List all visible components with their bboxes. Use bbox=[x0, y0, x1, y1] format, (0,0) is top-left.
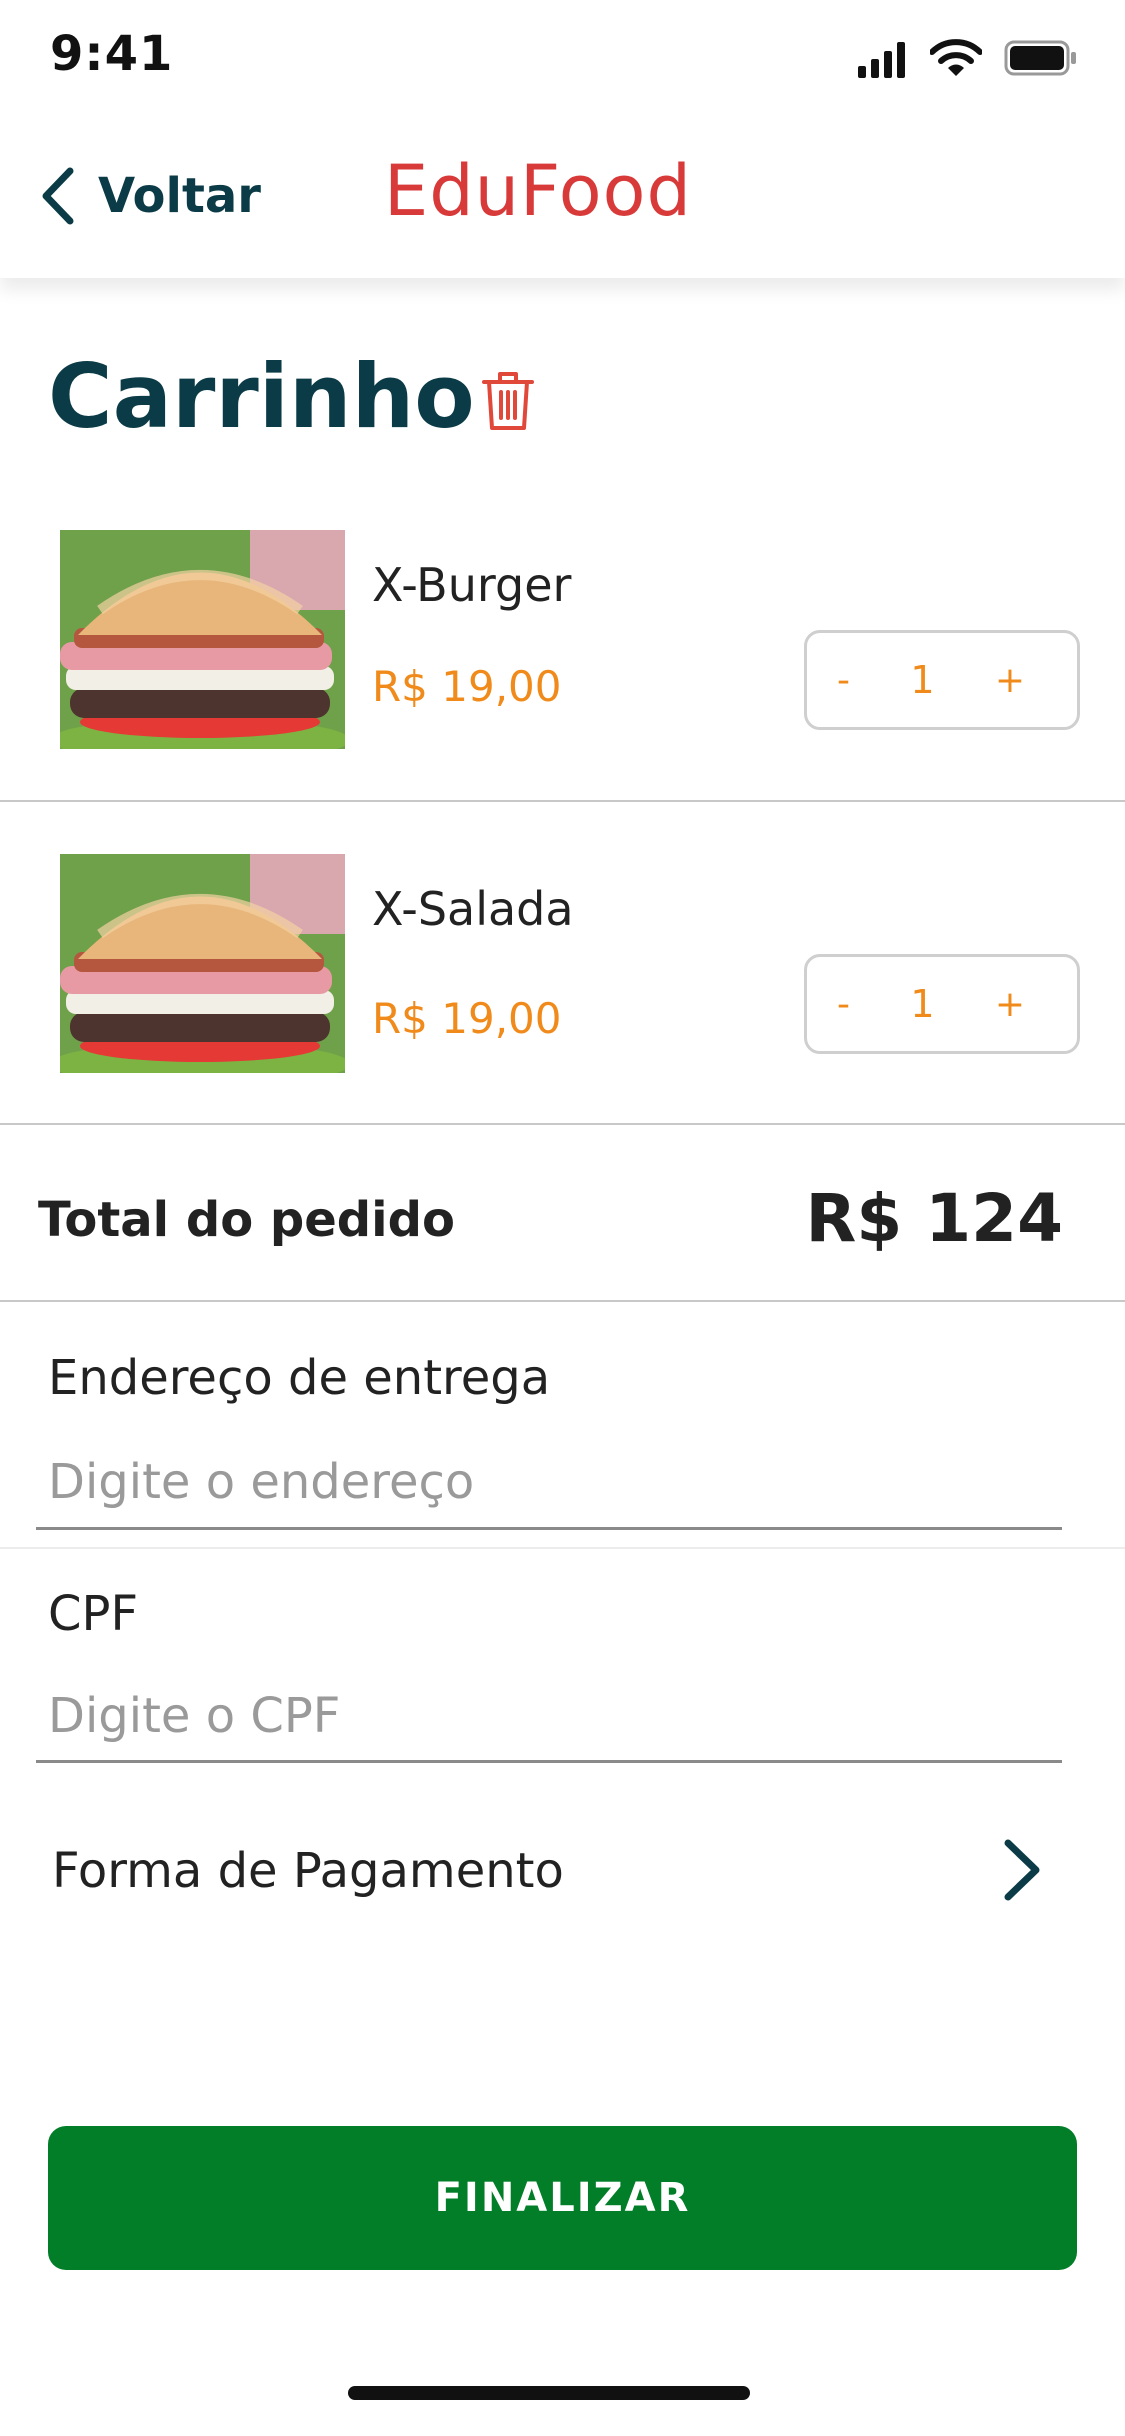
quantity-value: 1 bbox=[910, 982, 935, 1026]
cpf-underline bbox=[36, 1760, 1062, 1763]
quantity-stepper: - 1 + bbox=[804, 630, 1080, 730]
chevron-right-icon bbox=[1004, 1839, 1040, 1901]
divider bbox=[0, 800, 1125, 802]
divider bbox=[0, 1123, 1125, 1125]
cart-item: X-Salada R$ 19,00 - 1 + bbox=[0, 824, 1125, 1124]
signal-icon bbox=[858, 42, 905, 78]
burger-image bbox=[60, 854, 345, 1073]
cpf-input[interactable] bbox=[48, 1688, 1068, 1744]
page-title: Carrinho bbox=[48, 345, 475, 448]
item-price: R$ 19,00 bbox=[372, 994, 562, 1043]
chevron-left-icon bbox=[42, 167, 74, 225]
home-indicator bbox=[348, 2386, 750, 2400]
total-label: Total do pedido bbox=[38, 1192, 455, 1248]
quantity-stepper: - 1 + bbox=[804, 954, 1080, 1054]
address-input[interactable] bbox=[48, 1454, 1068, 1510]
item-name: X-Salada bbox=[372, 882, 574, 936]
increment-button[interactable]: + bbox=[995, 984, 1025, 1025]
trash-icon[interactable] bbox=[478, 368, 538, 434]
divider bbox=[0, 1300, 1125, 1302]
item-price: R$ 19,00 bbox=[372, 662, 562, 711]
total-value: R$ 124 bbox=[805, 1180, 1064, 1257]
back-label: Voltar bbox=[98, 168, 261, 224]
brand-logo: EduFood bbox=[384, 150, 692, 232]
payment-method-row[interactable]: Forma de Pagamento bbox=[0, 1815, 1125, 1925]
divider bbox=[0, 1547, 1125, 1549]
cpf-label: CPF bbox=[48, 1586, 139, 1642]
payment-label: Forma de Pagamento bbox=[52, 1843, 564, 1899]
address-label: Endereço de entrega bbox=[48, 1350, 551, 1406]
quantity-value: 1 bbox=[910, 658, 935, 702]
wifi-icon bbox=[930, 39, 982, 76]
battery-icon bbox=[1004, 40, 1076, 76]
increment-button[interactable]: + bbox=[995, 660, 1025, 701]
decrement-button[interactable]: - bbox=[837, 660, 850, 701]
burger-image bbox=[60, 530, 345, 749]
decrement-button[interactable]: - bbox=[837, 984, 850, 1025]
cart-item: X-Burger R$ 19,00 - 1 + bbox=[0, 500, 1125, 800]
address-underline bbox=[36, 1527, 1062, 1530]
status-time: 9:41 bbox=[50, 26, 174, 82]
back-button[interactable]: Voltar bbox=[40, 160, 261, 232]
item-name: X-Burger bbox=[372, 558, 572, 612]
finalize-button[interactable]: FINALIZAR bbox=[48, 2126, 1077, 2270]
